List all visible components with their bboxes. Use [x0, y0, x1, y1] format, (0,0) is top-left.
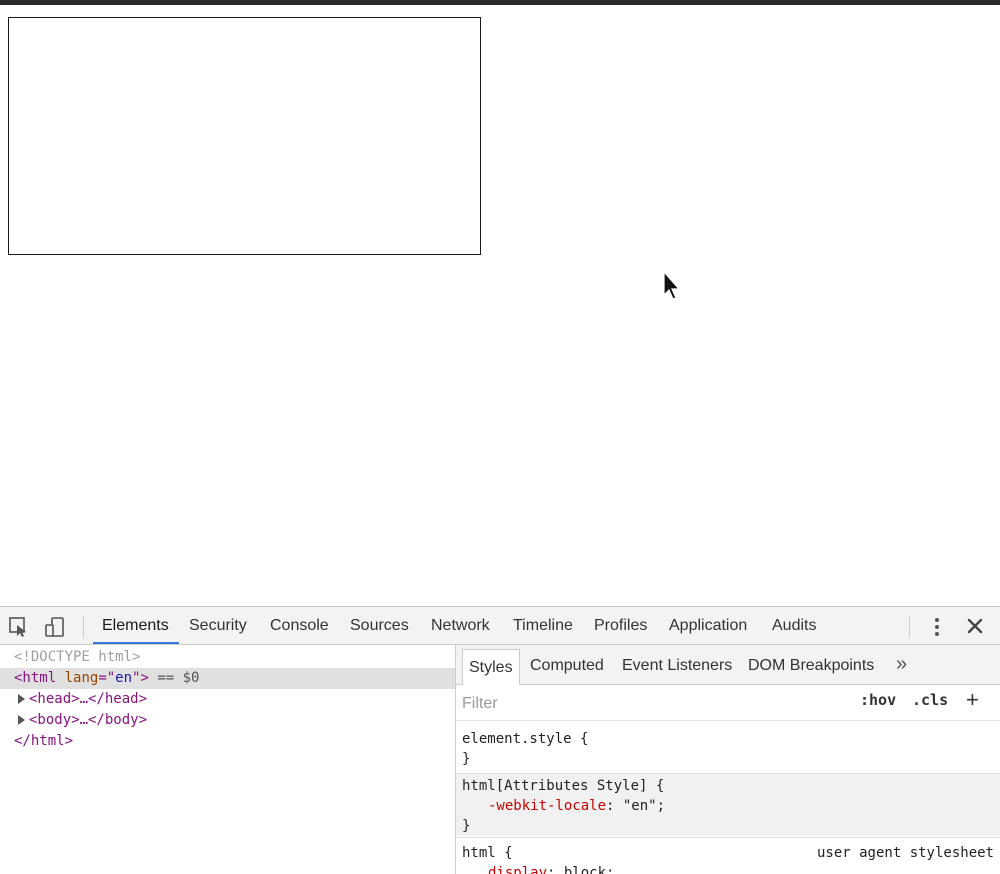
more-tabs-icon[interactable]: » — [896, 645, 907, 685]
html-attr-close: "> — [132, 670, 149, 686]
tab-styles[interactable]: Styles — [462, 649, 520, 685]
style-rule-html[interactable]: html { user agent stylesheet display: bl… — [456, 843, 1000, 874]
tab-security[interactable]: Security — [189, 607, 247, 645]
kebab-menu-icon[interactable] — [930, 616, 944, 638]
dom-tree: <!DOCTYPE html> <html lang="en"> == $0 <… — [0, 645, 455, 874]
tab-timeline[interactable]: Timeline — [513, 607, 573, 645]
device-toolbar-icon[interactable] — [44, 616, 66, 638]
tab-profiles[interactable]: Profiles — [594, 607, 647, 645]
dom-body-line[interactable]: <body>…</body> — [0, 710, 455, 731]
doctype-text: <!DOCTYPE html> — [14, 649, 141, 665]
tab-application[interactable]: Application — [669, 607, 747, 645]
rule-declaration: -webkit-locale: "en"; — [456, 796, 1000, 816]
tab-computed[interactable]: Computed — [530, 645, 604, 685]
property-value: : "en"; — [606, 798, 666, 814]
dom-html-line[interactable]: <html lang="en"> == $0 — [0, 668, 455, 689]
mouse-cursor-icon — [663, 271, 681, 300]
html-attr-name: lang — [64, 670, 99, 686]
rule-close: } — [462, 751, 471, 767]
rule-selector: element.style { — [462, 731, 589, 747]
active-tab-indicator — [93, 642, 179, 644]
dom-doctype-line[interactable]: <!DOCTYPE html> — [0, 647, 455, 668]
devtools-panel: Elements Security Console Sources Networ… — [0, 606, 1000, 874]
close-icon[interactable] — [964, 615, 986, 637]
new-rule-icon[interactable]: + — [966, 687, 979, 713]
rule-source: user agent stylesheet — [816, 845, 994, 861]
rule-close: } — [462, 818, 471, 834]
html-attr-value: en — [115, 670, 133, 686]
dom-head-line[interactable]: <head>…</head> — [0, 689, 455, 710]
head-collapsed: <head>…</head> — [29, 691, 148, 707]
filter-input[interactable] — [462, 693, 822, 715]
rule-declaration: display: block; — [456, 863, 1000, 874]
html-close-tag: </html> — [14, 733, 74, 749]
property-name: -webkit-locale — [488, 798, 607, 814]
rule-selector: html { — [462, 845, 513, 861]
tab-network[interactable]: Network — [431, 607, 490, 645]
body-collapsed: <body>…</body> — [29, 712, 148, 728]
property-value: : block; — [547, 865, 615, 874]
rule-selector-row: html { user agent stylesheet — [456, 843, 1000, 863]
dom-html-close-line[interactable]: </html> — [0, 731, 455, 752]
tab-elements[interactable]: Elements — [102, 607, 169, 645]
expand-triangle-icon[interactable] — [18, 715, 25, 725]
html-attr-eq: =" — [98, 670, 116, 686]
expand-triangle-icon[interactable] — [18, 694, 25, 704]
devtools-toolbar: Elements Security Console Sources Networ… — [0, 607, 1000, 645]
property-name: display — [488, 865, 548, 874]
inspect-element-icon[interactable] — [8, 616, 30, 638]
tab-audits[interactable]: Audits — [772, 607, 816, 645]
bordered-box — [8, 17, 481, 255]
html-open-tag: <html — [14, 670, 57, 686]
hover-state-toggle[interactable]: :hov — [860, 691, 896, 709]
tab-console[interactable]: Console — [270, 607, 329, 645]
styles-tabbar: Styles Computed Event Listeners DOM Brea… — [456, 645, 1000, 685]
style-rule-element[interactable]: element.style { } — [456, 729, 1000, 769]
toolbar-separator — [83, 616, 84, 638]
rule-selector: html[Attributes Style] { — [462, 778, 665, 794]
page-viewport — [0, 5, 1000, 606]
tab-dom-breakpoints[interactable]: DOM Breakpoints — [748, 645, 874, 685]
filter-row: :hov .cls + — [456, 685, 1000, 721]
selected-marker: == $0 — [157, 670, 200, 686]
tab-sources[interactable]: Sources — [350, 607, 409, 645]
tab-event-listeners[interactable]: Event Listeners — [622, 645, 732, 685]
style-rule-attributes[interactable]: html[Attributes Style] { -webkit-locale:… — [456, 774, 1000, 836]
class-toggle[interactable]: .cls — [912, 691, 948, 709]
rule-divider — [456, 837, 1000, 838]
toolbar-separator — [909, 616, 910, 638]
styles-sidebar: Styles Computed Event Listeners DOM Brea… — [456, 645, 1000, 874]
